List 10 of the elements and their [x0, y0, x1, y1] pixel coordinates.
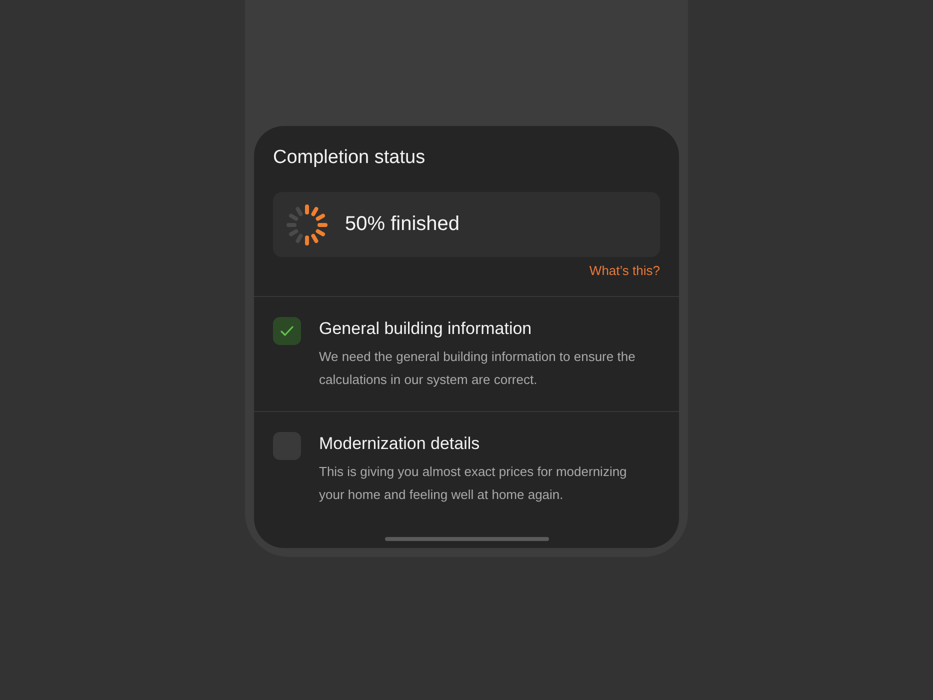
sheet-title: Completion status [273, 146, 426, 170]
task-title: General building information [319, 318, 533, 340]
help-link[interactable]: What’s this? [589, 263, 660, 278]
task-description: This is giving you almost exact prices for modernizing your home and feeling well at home again. [319, 463, 628, 504]
task-description: We need the general building information to ensure the calculations in our system are correct. [319, 348, 636, 389]
checkbox[interactable] [273, 317, 301, 345]
progress-label: 50% finished [345, 213, 460, 236]
checkmark-icon [279, 323, 295, 339]
progress-spinner-icon [285, 202, 329, 246]
task-title: Modernization details [319, 433, 481, 455]
